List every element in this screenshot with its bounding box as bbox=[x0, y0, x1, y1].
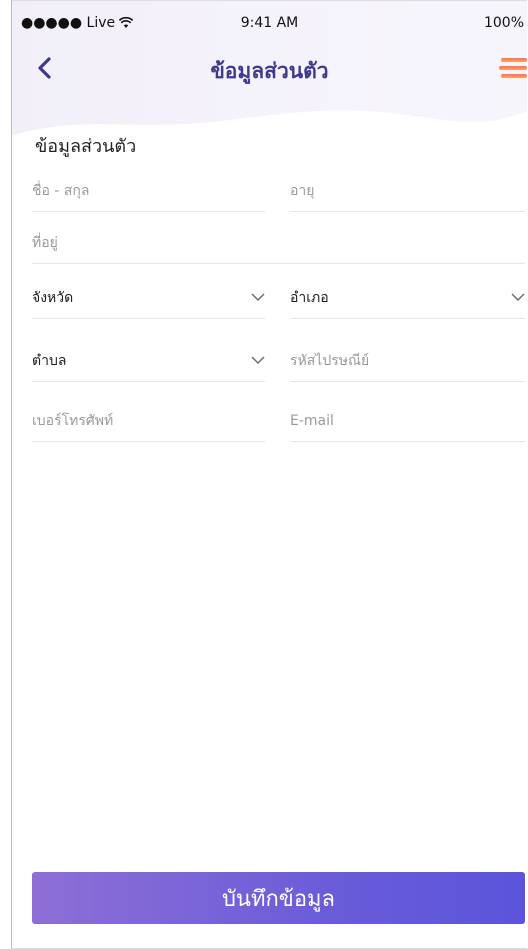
district-select[interactable]: อำเภอ bbox=[290, 278, 525, 319]
page-title: ข้อมูลส่วนตัว bbox=[210, 58, 329, 83]
postcode-field[interactable]: รหัสไปรษณีย์ bbox=[290, 341, 525, 382]
province-select[interactable]: จังหวัด bbox=[32, 278, 265, 319]
subdistrict-select[interactable]: ตำบล bbox=[32, 341, 265, 382]
save-button-label: บันทึกข้อมูล bbox=[221, 886, 336, 912]
address-placeholder: ที่อยู่ bbox=[32, 235, 58, 251]
email-placeholder: E-mail bbox=[290, 413, 334, 429]
section-title: ข้อมูลส่วนตัว bbox=[35, 136, 137, 157]
status-bar: ●●●●● Live 9:41 AM 100% bbox=[12, 1, 527, 41]
app-screen: ●●●●● Live 9:41 AM 100% ข้อมูลส่วนตัว ข้… bbox=[11, 0, 527, 949]
status-time: 9:41 AM bbox=[240, 15, 299, 31]
hamburger-menu-icon[interactable] bbox=[499, 55, 527, 81]
address-field[interactable]: ที่อยู่ bbox=[32, 223, 525, 264]
chevron-down-icon bbox=[251, 356, 265, 364]
age-placeholder: อายุ bbox=[290, 183, 315, 199]
phone-placeholder: เบอร์โทรศัพท์ bbox=[32, 413, 114, 429]
district-label: อำเภอ bbox=[290, 290, 329, 306]
subdistrict-label: ตำบล bbox=[32, 353, 67, 369]
chevron-down-icon bbox=[511, 293, 525, 301]
name-placeholder: ชื่อ - สกุล bbox=[32, 183, 90, 199]
province-label: จังหวัด bbox=[32, 290, 74, 306]
name-field[interactable]: ชื่อ - สกุล bbox=[32, 171, 265, 212]
age-field[interactable]: อายุ bbox=[290, 171, 525, 212]
battery-percent: 100% bbox=[483, 15, 524, 31]
save-button[interactable]: บันทึกข้อมูล bbox=[32, 872, 525, 924]
navigation-bar: ข้อมูลส่วนตัว bbox=[12, 47, 527, 91]
phone-field[interactable]: เบอร์โทรศัพท์ bbox=[32, 401, 265, 442]
chevron-down-icon bbox=[251, 293, 265, 301]
postcode-placeholder: รหัสไปรษณีย์ bbox=[290, 353, 370, 369]
email-field[interactable]: E-mail bbox=[290, 401, 525, 442]
